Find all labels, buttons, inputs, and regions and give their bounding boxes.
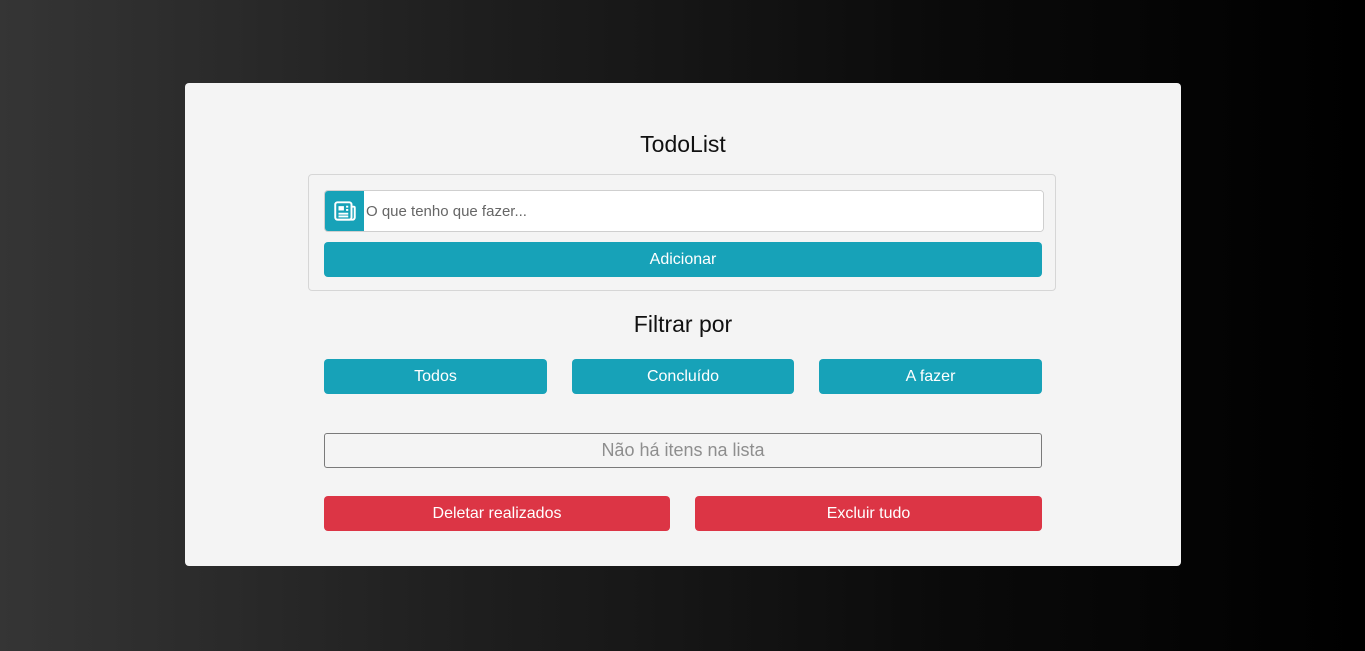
add-button[interactable]: Adicionar [324, 242, 1042, 277]
filter-done-button[interactable]: Concluído [572, 359, 794, 394]
todo-list-empty: Não há itens na lista [324, 433, 1042, 468]
task-input[interactable] [364, 191, 1043, 231]
todo-card: TodoList Adicionar Filtrar por Todos Con… [185, 83, 1181, 566]
add-task-form: Adicionar [308, 174, 1056, 291]
delete-all-button[interactable]: Excluir tudo [695, 496, 1042, 531]
filter-title: Filtrar por [633, 311, 733, 337]
task-input-group [324, 190, 1044, 232]
app-title: TodoList [640, 131, 726, 157]
delete-done-button[interactable]: Deletar realizados [324, 496, 670, 531]
newspaper-icon [325, 191, 364, 231]
filter-todo-button[interactable]: A fazer [819, 359, 1042, 394]
filter-all-button[interactable]: Todos [324, 359, 547, 394]
